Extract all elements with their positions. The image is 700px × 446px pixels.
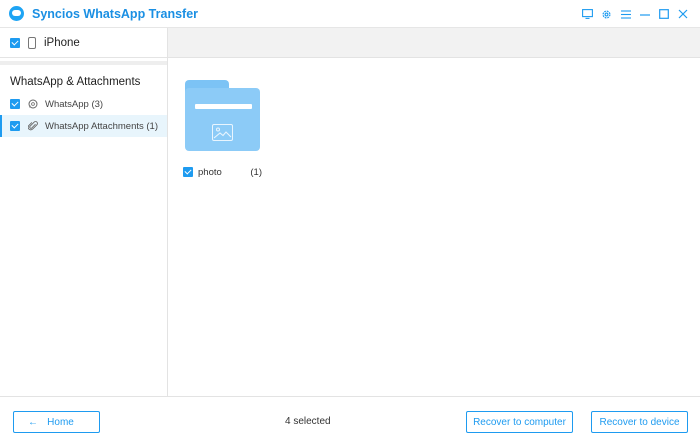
section-title: WhatsApp & Attachments: [10, 76, 141, 88]
home-button-label: Home: [47, 416, 74, 428]
menu-icon[interactable]: [616, 6, 635, 22]
arrow-left-icon: ←: [28, 416, 38, 428]
footer-bar: ← Home 4 selected Recover to computer Re…: [0, 396, 700, 446]
whatsapp-icon: [28, 99, 38, 109]
device-checkbox[interactable]: [10, 37, 20, 48]
folder-label: photo: [198, 166, 222, 178]
app-title: Syncios WhatsApp Transfer: [32, 6, 199, 21]
recover-to-device-button[interactable]: Recover to device: [591, 411, 688, 433]
main-content: photo (1): [168, 28, 700, 396]
sidebar-separator: [0, 61, 167, 65]
minimize-icon[interactable]: [635, 6, 654, 22]
phone-icon: [28, 36, 36, 49]
sidebar-item-label: WhatsApp Attachments (1): [45, 120, 158, 132]
image-icon: [212, 124, 233, 141]
window-controls: [578, 6, 692, 22]
maximize-icon[interactable]: [654, 6, 673, 22]
device-row[interactable]: iPhone: [0, 28, 167, 58]
settings-gear-icon[interactable]: [597, 6, 616, 22]
sidebar-item-whatsapp-attachments[interactable]: WhatsApp Attachments (1): [0, 115, 167, 137]
device-name: iPhone: [44, 36, 80, 49]
title-bar: Syncios WhatsApp Transfer: [0, 0, 700, 28]
recover-to-computer-button[interactable]: Recover to computer: [466, 411, 573, 433]
main-header-bar: [168, 28, 700, 58]
feedback-icon[interactable]: [578, 6, 597, 22]
folder-image-icon[interactable]: [183, 80, 263, 154]
whatsapp-checkbox[interactable]: [10, 99, 20, 109]
sidebar: iPhone WhatsApp & Attachments WhatsApp (…: [0, 28, 168, 396]
selected-count: 4 selected: [285, 416, 331, 427]
photo-checkbox[interactable]: [183, 167, 193, 177]
folder-item-row[interactable]: photo (1): [183, 165, 263, 179]
paperclip-icon: [28, 121, 38, 131]
folder-paper: [195, 104, 252, 109]
home-button[interactable]: ← Home: [13, 411, 100, 433]
sidebar-item-whatsapp[interactable]: WhatsApp (3): [0, 93, 167, 115]
close-icon[interactable]: [673, 6, 692, 22]
app-logo-icon: [9, 6, 24, 21]
sidebar-item-label: WhatsApp (3): [45, 98, 104, 110]
folder-count: (1): [250, 166, 262, 178]
attachments-checkbox[interactable]: [10, 121, 20, 131]
folder-body: [185, 88, 260, 151]
